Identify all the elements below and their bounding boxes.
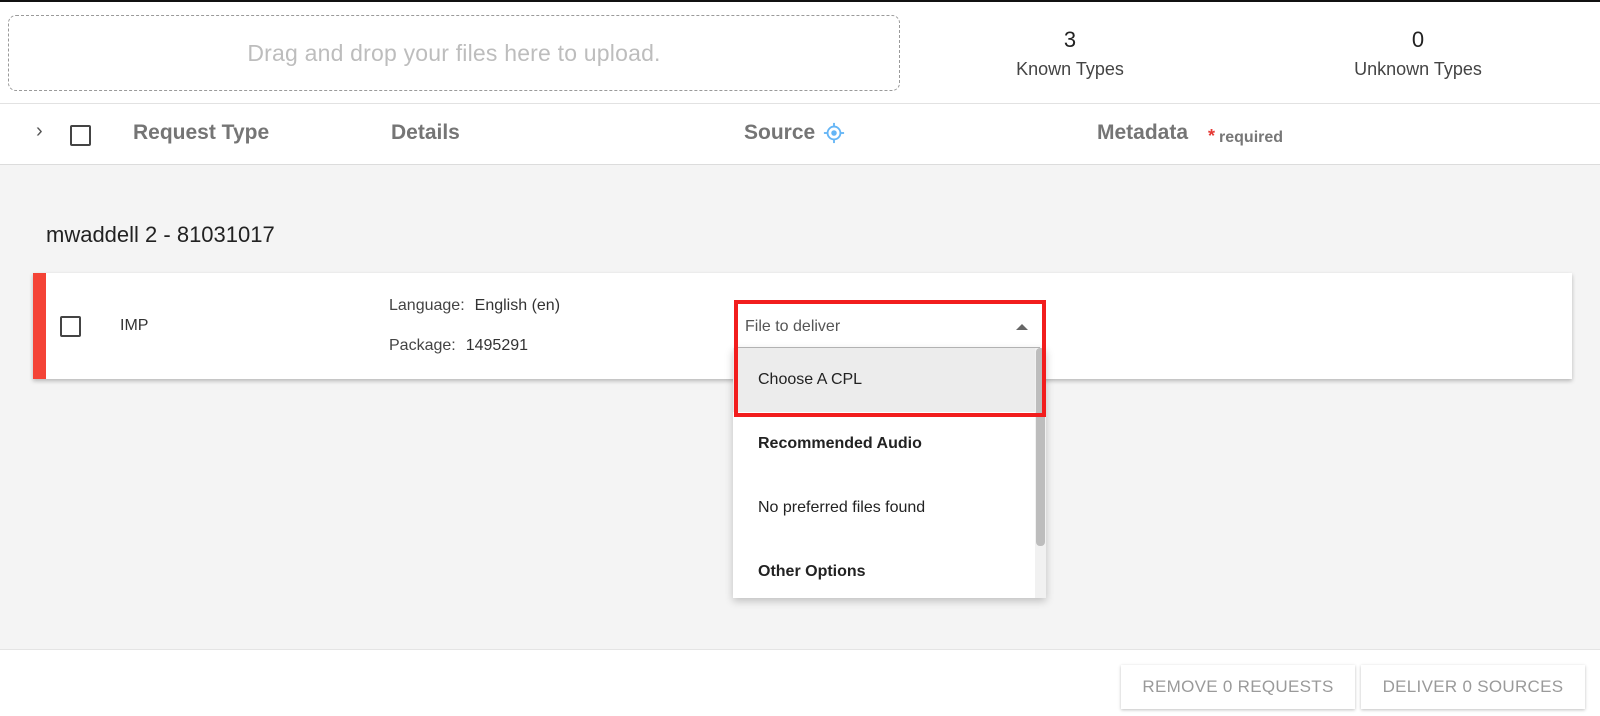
unknown-types-count: 0 — [1411, 27, 1425, 52]
known-types-count: 3 — [1063, 27, 1077, 52]
source-dropdown-menu: Choose A CPL Recommended Audio No prefer… — [733, 348, 1046, 598]
group-title: mwaddell 2 - 81031017 — [46, 222, 275, 247]
required-star: * — [1208, 126, 1216, 146]
language-value: English (en) — [474, 297, 561, 314]
unknown-types-stat: 0 Unknown Types — [1308, 26, 1528, 82]
language-detail: Language: English (en) — [389, 297, 560, 315]
package-value: 1495291 — [465, 337, 529, 354]
package-detail: Package: 1495291 — [389, 337, 528, 355]
caret-up-icon[interactable] — [1016, 324, 1028, 330]
table-header: › Request Type Details Source Metadata *… — [0, 104, 1600, 165]
remove-requests-button[interactable]: REMOVE 0 REQUESTS — [1121, 665, 1355, 709]
known-types-label: Known Types — [1016, 59, 1124, 79]
source-select[interactable]: File to deliver — [735, 302, 1040, 348]
unknown-types-label: Unknown Types — [1354, 59, 1482, 79]
menu-item-choose-cpl[interactable]: Choose A CPL — [733, 348, 1035, 412]
menu-scrollbar[interactable] — [1035, 348, 1046, 598]
column-metadata: Metadata — [1097, 121, 1189, 144]
language-label: Language: — [389, 297, 465, 314]
request-type: IMP — [120, 317, 149, 334]
deliver-sources-button[interactable]: DELIVER 0 SOURCES — [1361, 665, 1585, 709]
source-select-placeholder: File to deliver — [745, 318, 841, 335]
file-dropzone[interactable]: Drag and drop your files here to upload. — [8, 15, 900, 91]
request-checkbox[interactable] — [60, 316, 81, 337]
menu-item-no-preferred: No preferred files found — [758, 499, 926, 516]
column-source: Source — [744, 121, 816, 144]
status-accent — [33, 273, 46, 379]
target-icon[interactable] — [823, 122, 845, 144]
known-types-stat: 3 Known Types — [960, 26, 1180, 82]
menu-header-recommended-audio: Recommended Audio — [758, 435, 922, 452]
menu-scroll-thumb[interactable] — [1036, 348, 1045, 546]
package-label: Package: — [389, 337, 456, 354]
footer-bar: REMOVE 0 REQUESTS DELIVER 0 SOURCES — [0, 649, 1600, 716]
column-request-type: Request Type — [133, 121, 270, 144]
dropzone-text: Drag and drop your files here to upload. — [247, 39, 661, 66]
select-all-checkbox[interactable] — [70, 125, 91, 146]
chevron-right-icon[interactable]: › — [36, 120, 43, 143]
required-text: required — [1219, 129, 1284, 146]
upload-header: Drag and drop your files here to upload.… — [0, 0, 1600, 104]
column-details: Details — [391, 121, 460, 144]
required-note: * required — [1208, 126, 1283, 147]
menu-header-other-options: Other Options — [758, 563, 866, 580]
